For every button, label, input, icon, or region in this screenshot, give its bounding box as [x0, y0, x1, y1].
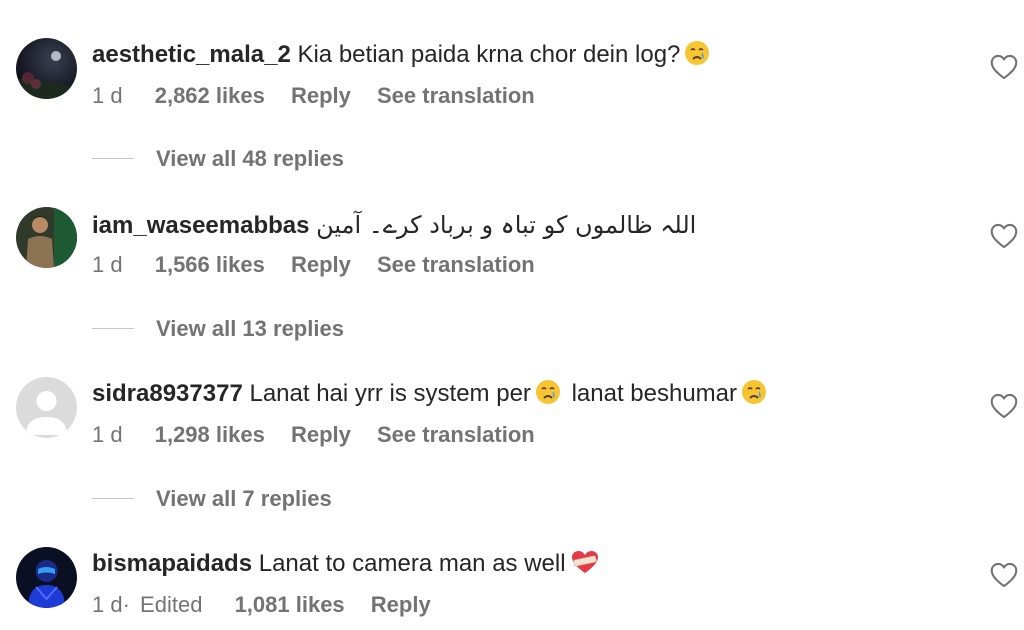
comment-likes[interactable]: 1,298 likes — [155, 421, 265, 449]
comment-username[interactable]: iam_waseemabbas — [92, 212, 309, 239]
comment-text-line: aesthetic_mala_2 Kia betian paida krna c… — [92, 40, 710, 74]
view-replies-button[interactable]: View all 7 replies — [156, 485, 332, 513]
replies-divider — [92, 328, 134, 329]
heart-outline-icon[interactable] — [990, 393, 1018, 419]
comment-username[interactable]: sidra8937377 — [92, 380, 243, 407]
comment-edited-label: Edited — [140, 592, 203, 617]
comment-text: lanat beshumar — [571, 380, 738, 407]
reply-button[interactable]: Reply — [291, 421, 351, 449]
comment-username[interactable]: aesthetic_mala_2 — [92, 41, 291, 68]
comment-text: Kia betian paida krna chor dein log? — [297, 41, 681, 68]
heart-outline-icon[interactable] — [990, 54, 1018, 80]
comment-time: 1 d — [92, 252, 123, 277]
heart-outline-icon[interactable] — [990, 562, 1018, 588]
crying-face-emoji — [535, 379, 561, 413]
reply-button[interactable]: Reply — [291, 82, 351, 110]
avatar[interactable] — [16, 207, 77, 268]
comment-meta: 1 d 2,862 likes Reply See translation — [92, 82, 535, 110]
comment-text-line: iam_waseemabbas اللہ ظالموں کو تباہ و بر… — [92, 210, 696, 241]
view-replies-button[interactable]: View all 13 replies — [156, 315, 344, 343]
replies-divider — [92, 158, 134, 159]
comment-likes[interactable]: 1,081 likes — [235, 591, 345, 619]
comment-text: Lanat hai yrr is system per — [249, 380, 531, 407]
comment-text-line: sidra8937377 Lanat hai yrr is system per… — [92, 379, 767, 413]
bandaged-heart-emoji — [570, 549, 600, 583]
comment-text-line: bismapaidads Lanat to camera man as well — [92, 549, 600, 583]
comment-meta: 1 d· Edited 1,081 likes Reply — [92, 591, 431, 619]
comment-time: 1 d· — [92, 592, 130, 617]
comment-likes[interactable]: 2,862 likes — [155, 82, 265, 110]
comment-text: Lanat to camera man as well — [258, 550, 566, 577]
avatar[interactable] — [16, 38, 77, 99]
replies-divider — [92, 498, 134, 499]
reply-button[interactable]: Reply — [291, 251, 351, 279]
comment-meta: 1 d 1,566 likes Reply See translation — [92, 251, 535, 279]
comment-time: 1 d — [92, 83, 123, 108]
comment-text: اللہ ظالموں کو تباہ و برباد کرے۔ آمین — [316, 211, 697, 239]
comment-likes[interactable]: 1,566 likes — [155, 251, 265, 279]
reply-button[interactable]: Reply — [371, 591, 431, 619]
see-translation-button[interactable]: See translation — [377, 82, 535, 110]
avatar[interactable] — [16, 377, 77, 438]
comment-username[interactable]: bismapaidads — [92, 550, 252, 577]
crying-face-emoji — [741, 379, 767, 413]
heart-outline-icon[interactable] — [990, 223, 1018, 249]
comment-meta: 1 d 1,298 likes Reply See translation — [92, 421, 535, 449]
see-translation-button[interactable]: See translation — [377, 421, 535, 449]
comment-time: 1 d — [92, 422, 123, 447]
see-translation-button[interactable]: See translation — [377, 251, 535, 279]
avatar[interactable] — [16, 547, 77, 608]
crying-face-emoji — [684, 40, 710, 74]
view-replies-button[interactable]: View all 48 replies — [156, 145, 344, 173]
